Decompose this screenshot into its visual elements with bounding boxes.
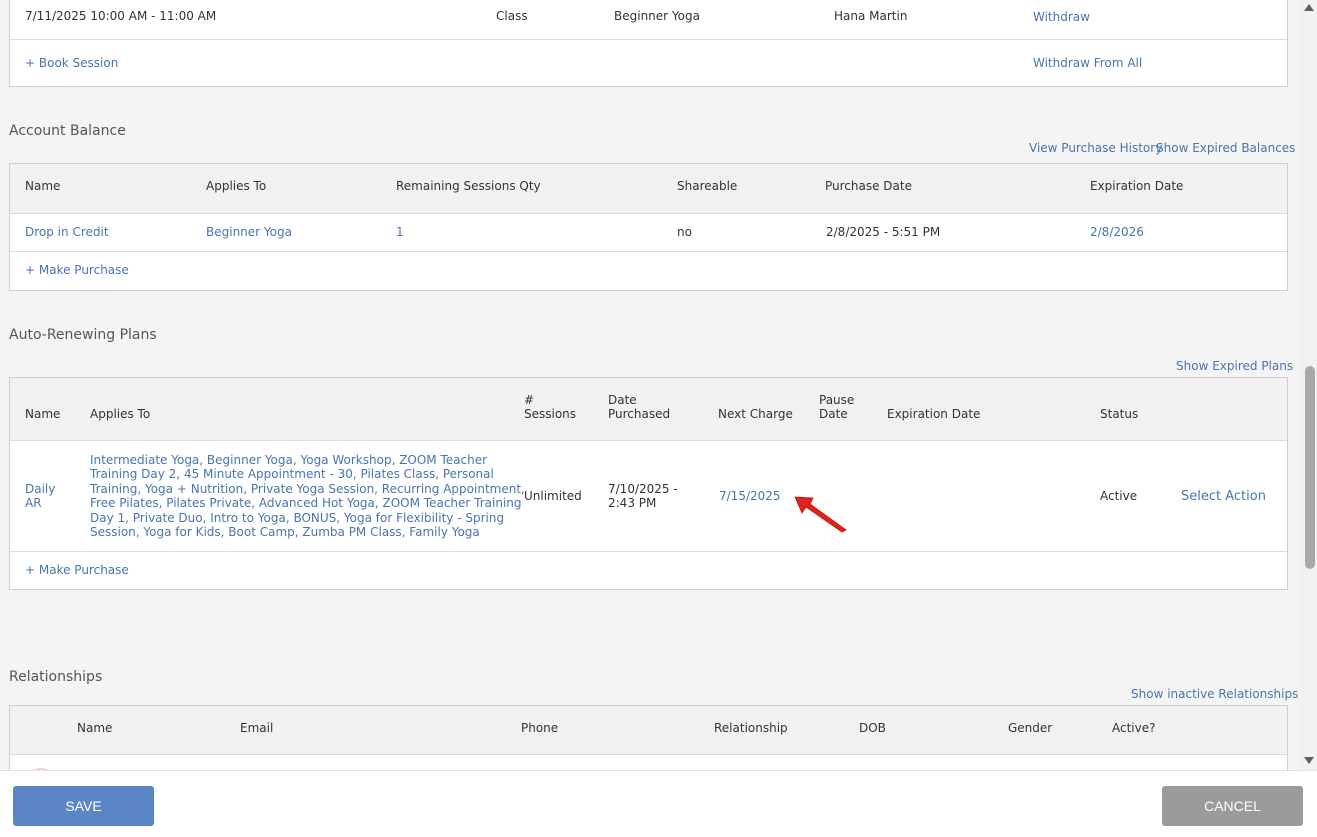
sessions-table: 7/11/2025 10:00 AM - 11:00 AM Class Begi…: [9, 0, 1288, 87]
balance-applies-link[interactable]: Beginner Yoga: [206, 225, 292, 239]
account-balance-title: Account Balance: [9, 123, 126, 139]
save-button[interactable]: SAVE: [13, 786, 154, 826]
col-date-a: Date: [608, 393, 637, 407]
balance-shareable: no: [677, 225, 692, 239]
col-expiration-date: Expiration Date: [1090, 179, 1184, 193]
balance-expiration-link[interactable]: 2/8/2026: [1090, 225, 1144, 239]
auto-renewing-table: Name Applies To # Sessions Date Purchase…: [9, 377, 1288, 590]
col-relationship: Relationship: [714, 721, 788, 735]
annotation-arrow-icon: [794, 496, 847, 533]
withdraw-from-all-link[interactable]: Withdraw From All: [1033, 56, 1142, 70]
col-email: Email: [240, 721, 274, 735]
show-expired-plans-link[interactable]: Show Expired Plans: [1176, 359, 1293, 373]
plan-applies-list[interactable]: Intermediate Yoga, Beginner Yoga, Yoga W…: [90, 453, 525, 539]
col-expiration-date: Expiration Date: [887, 407, 981, 421]
applies-line: Training Day 2, 45 Minute Appointment - …: [90, 467, 494, 482]
col-status: Status: [1100, 407, 1139, 421]
session-datetime: 7/11/2025 10:00 AM - 11:00 AM: [25, 9, 217, 23]
session-staff: Hana Martin: [834, 9, 908, 23]
plan-name-b[interactable]: AR: [25, 496, 42, 510]
account-balance-table: Name Applies To Remaining Sessions Qty S…: [9, 163, 1288, 291]
plan-date-a: 7/10/2025 -: [608, 482, 678, 496]
balance-remaining-link[interactable]: 1: [396, 225, 404, 239]
col-applies-to: Applies To: [206, 179, 267, 193]
col-dob: DOB: [859, 721, 886, 735]
col-applies-to: Applies To: [90, 407, 151, 421]
scroll-up-icon[interactable]: [1304, 4, 1314, 11]
balance-purchase-date: 2/8/2025 - 5:51 PM: [826, 225, 941, 239]
col-pause-b: Date: [819, 407, 848, 421]
col-shareable: Shareable: [677, 179, 738, 193]
select-action-link[interactable]: Select Action: [1181, 489, 1266, 504]
session-type: Class: [496, 9, 528, 23]
col-remaining: Remaining Sessions Qty: [396, 179, 541, 193]
col-pause-a: Pause: [819, 393, 855, 407]
scroll-down-icon[interactable]: [1304, 757, 1314, 764]
plan-name-a[interactable]: Daily: [25, 482, 55, 496]
view-purchase-history-link[interactable]: View Purchase History: [1029, 141, 1162, 155]
applies-line: Day 1, Private Duo, Intro to Yoga, BONUS…: [90, 510, 505, 525]
cancel-button[interactable]: CANCEL: [1162, 786, 1303, 826]
divider: [10, 251, 1287, 252]
withdraw-link[interactable]: Withdraw: [1033, 10, 1090, 24]
relationships-title: Relationships: [9, 669, 103, 685]
footer-bar: SAVE CANCEL: [0, 770, 1317, 837]
applies-line: Session, Yoga for Kids, Boot Camp, Zumba…: [90, 525, 480, 540]
scrollbar[interactable]: [1300, 0, 1317, 770]
next-charge-link[interactable]: 7/15/2025: [719, 489, 781, 503]
col-purchase-date: Purchase Date: [825, 179, 912, 193]
col-name: Name: [25, 407, 61, 421]
show-inactive-relationships-link[interactable]: Show inactive Relationships: [1131, 687, 1298, 701]
col-active: Active?: [1112, 721, 1156, 735]
col-name: Name: [25, 179, 61, 193]
plan-date-b: 2:43 PM: [608, 496, 657, 510]
show-expired-balances-link[interactable]: Show Expired Balances: [1156, 141, 1295, 155]
book-session-link[interactable]: + Book Session: [25, 56, 118, 70]
col-phone: Phone: [521, 721, 559, 735]
table-header: Name Applies To # Sessions Date Purchase…: [10, 378, 1287, 441]
divider: [10, 39, 1287, 40]
plan-sessions: Unlimited: [524, 489, 582, 503]
auto-renewing-plans-title: Auto-Renewing Plans: [9, 327, 157, 343]
applies-line: Free Pilates, Pilates Private, Advanced …: [90, 496, 522, 511]
col-sessions-a: #: [524, 393, 535, 407]
col-name: Name: [77, 721, 113, 735]
col-sessions-b: Sessions: [524, 407, 577, 421]
make-purchase-link[interactable]: + Make Purchase: [25, 563, 129, 577]
col-gender: Gender: [1008, 721, 1053, 735]
col-next-charge: Next Charge: [718, 407, 793, 421]
applies-line: Intermediate Yoga, Beginner Yoga, Yoga W…: [90, 453, 488, 467]
applies-line: Training, Yoga + Nutrition, Private Yoga…: [90, 481, 525, 496]
scrollbar-thumb[interactable]: [1305, 366, 1315, 569]
table-header: Name Email Phone Relationship DOB Gender…: [10, 706, 1287, 755]
balance-name-link[interactable]: Drop in Credit: [25, 225, 109, 239]
session-service: Beginner Yoga: [614, 9, 700, 23]
divider: [10, 551, 1287, 552]
plan-status: Active: [1100, 489, 1138, 503]
table-header: Name Applies To Remaining Sessions Qty S…: [10, 164, 1287, 214]
col-date-b: Purchased: [608, 407, 671, 421]
make-purchase-link[interactable]: + Make Purchase: [25, 263, 129, 277]
